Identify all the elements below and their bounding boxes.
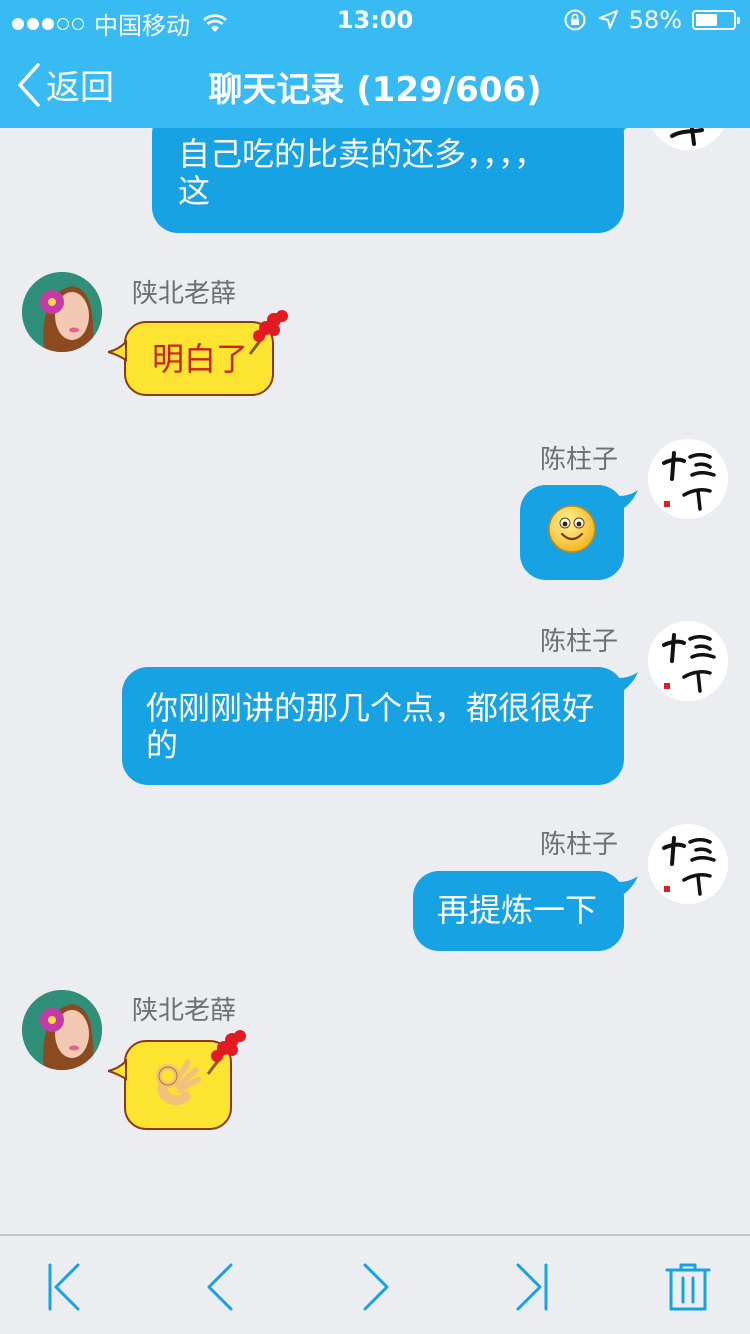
first-page-button[interactable] <box>34 1260 94 1314</box>
ok-hand-emoji-icon <box>156 1059 201 1106</box>
message-text: 自己吃的比卖的还多，，，， <box>178 135 547 173</box>
next-page-button[interactable] <box>346 1260 406 1314</box>
delete-button[interactable] <box>658 1260 718 1314</box>
rotation-lock-icon <box>564 9 586 31</box>
trash-icon <box>665 1263 711 1311</box>
candied-haws-sticker-icon <box>206 1030 246 1075</box>
previous-page-button[interactable] <box>190 1260 250 1314</box>
navigation-bar: 返回 聊天记录 (129/606) <box>0 40 750 128</box>
message-text: 明白了 <box>152 340 249 378</box>
avatar-shanbei-laoxue[interactable] <box>22 990 102 1070</box>
candied-haws-sticker-icon <box>248 310 288 355</box>
sender-name: 陕北老薛 <box>132 996 237 1026</box>
smile-emoji-icon <box>548 505 596 553</box>
sender-name: 陈柱子 <box>540 830 619 860</box>
bubble-tail <box>618 672 638 694</box>
bubble-tail <box>618 490 638 512</box>
bubble-tail <box>618 128 627 134</box>
message-text: 的 <box>146 726 179 764</box>
bubble-tail <box>108 340 127 362</box>
sender-name: 陈柱子 <box>540 445 619 475</box>
sender-name: 陈柱子 <box>540 627 619 657</box>
message-bubble-5[interactable]: 再提炼一下 <box>413 871 624 951</box>
sender-name: 陕北老薛 <box>132 279 237 309</box>
battery-icon <box>692 10 740 30</box>
page-title: 聊天记录 (129/606) <box>208 70 542 110</box>
message-bubble-1[interactable]: 自己吃的比卖的还多，，，， 这 <box>152 128 624 233</box>
avatar-chen-zhuzi[interactable] <box>648 439 728 519</box>
battery-level-fill <box>696 14 717 26</box>
avatar-chen-zhuzi[interactable] <box>648 824 728 904</box>
battery-percentage: 58% <box>628 6 682 34</box>
first-page-icon <box>48 1263 80 1311</box>
header: 中国移动 13:00 58% 返回 聊天记录 (129/606) <box>0 0 750 128</box>
next-page-icon <box>363 1263 389 1311</box>
message-bubble-4[interactable]: 你刚刚讲的那几个点，都很很好 的 <box>122 667 624 785</box>
bubble-tail <box>618 876 638 898</box>
status-bar: 中国移动 13:00 58% <box>0 0 750 40</box>
chat-history-list[interactable]: 自己吃的比卖的还多，，，， 这 陕北老薛 明白了 陈柱子 陈柱子 你刚刚讲的那几… <box>0 128 750 1234</box>
avatar-chen-zhuzi[interactable] <box>648 128 728 150</box>
last-page-icon <box>516 1263 548 1311</box>
bubble-tail <box>108 1059 127 1081</box>
avatar-chen-zhuzi[interactable] <box>648 621 728 701</box>
bottom-toolbar <box>0 1234 750 1334</box>
avatar-shanbei-laoxue[interactable] <box>22 272 102 352</box>
message-text: 这 <box>178 172 211 210</box>
message-text: 你刚刚讲的那几个点，都很很好 <box>146 689 595 727</box>
location-arrow-icon <box>598 10 618 29</box>
previous-page-icon <box>207 1263 233 1311</box>
last-page-button[interactable] <box>502 1260 562 1314</box>
message-text: 再提炼一下 <box>437 891 598 929</box>
